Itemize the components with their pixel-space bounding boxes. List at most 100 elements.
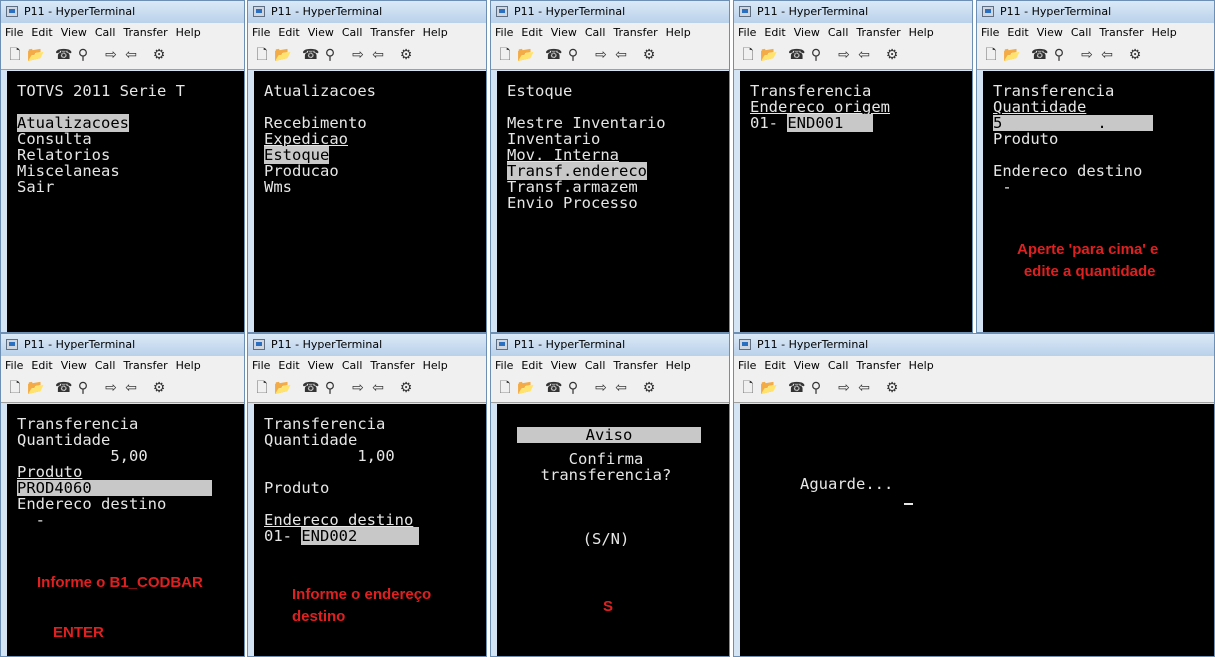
disconnect-icon[interactable]: ☎: [545, 47, 562, 63]
menu-edit[interactable]: Edit: [27, 23, 56, 39]
menu-file[interactable]: File: [248, 23, 274, 39]
dial-icon[interactable]: ⚲: [565, 47, 581, 63]
title-bar[interactable]: P11 - HyperTerminal: [734, 334, 1214, 357]
properties-icon[interactable]: ⚙: [398, 47, 414, 63]
disconnect-icon[interactable]: ☎: [302, 380, 319, 396]
menu-file[interactable]: File: [734, 356, 760, 372]
dialog-options[interactable]: (S/N): [583, 530, 630, 548]
dial-icon[interactable]: ⚲: [322, 380, 338, 396]
new-icon[interactable]: 🗋: [254, 380, 270, 396]
properties-icon[interactable]: ⚙: [884, 47, 900, 63]
disconnect-icon[interactable]: ☎: [545, 380, 562, 396]
menu-help[interactable]: Help: [662, 23, 695, 39]
terminal-screen[interactable]: TOTVS 2011 Serie T Atualizacoes Consulta…: [7, 71, 244, 332]
menu-call[interactable]: Call: [824, 356, 853, 372]
terminal-screen[interactable]: Aviso Confirma transferencia? (S/N): [497, 404, 729, 656]
terminal-screen[interactable]: Aguarde...: [740, 404, 1214, 656]
new-icon[interactable]: 🗋: [254, 47, 270, 63]
properties-icon[interactable]: ⚙: [641, 380, 657, 396]
send-icon[interactable]: ⇨: [350, 380, 366, 396]
terminal-screen[interactable]: Transferencia Quantidade 5,00 Produto PR…: [7, 404, 244, 656]
terminal-screen[interactable]: Estoque Mestre Inventario Inventario Mov…: [497, 71, 729, 332]
properties-icon[interactable]: ⚙: [1127, 47, 1143, 63]
menu-help[interactable]: Help: [172, 356, 205, 372]
menu-edit[interactable]: Edit: [760, 23, 789, 39]
dial-icon[interactable]: ⚲: [565, 380, 581, 396]
menu-view[interactable]: View: [790, 356, 824, 372]
menu-view[interactable]: View: [57, 23, 91, 39]
menu-transfer[interactable]: Transfer: [366, 23, 418, 39]
new-icon[interactable]: 🗋: [983, 47, 999, 63]
menu-edit[interactable]: Edit: [517, 356, 546, 372]
receive-icon[interactable]: ⇦: [1099, 47, 1115, 63]
title-bar[interactable]: P11 - HyperTerminal: [734, 1, 972, 24]
menu-edit[interactable]: Edit: [517, 23, 546, 39]
send-icon[interactable]: ⇨: [836, 47, 852, 63]
receive-icon[interactable]: ⇦: [856, 380, 872, 396]
menu-file[interactable]: File: [1, 23, 27, 39]
menu-help[interactable]: Help: [905, 23, 938, 39]
menu-call[interactable]: Call: [581, 23, 610, 39]
menu-file[interactable]: File: [491, 356, 517, 372]
disconnect-icon[interactable]: ☎: [788, 47, 805, 63]
send-icon[interactable]: ⇨: [593, 380, 609, 396]
title-bar[interactable]: P11 - HyperTerminal: [248, 334, 486, 357]
new-icon[interactable]: 🗋: [740, 47, 756, 63]
menu-call[interactable]: Call: [91, 356, 120, 372]
menu-view[interactable]: View: [547, 356, 581, 372]
menu-transfer[interactable]: Transfer: [119, 23, 171, 39]
open-icon[interactable]: 📂: [517, 380, 534, 396]
open-icon[interactable]: 📂: [1003, 47, 1020, 63]
menu-call[interactable]: Call: [824, 23, 853, 39]
menu-file[interactable]: File: [491, 23, 517, 39]
menu-transfer[interactable]: Transfer: [609, 356, 661, 372]
menu-view[interactable]: View: [57, 356, 91, 372]
open-icon[interactable]: 📂: [27, 47, 44, 63]
disconnect-icon[interactable]: ☎: [55, 47, 72, 63]
menu-call[interactable]: Call: [91, 23, 120, 39]
terminal-screen[interactable]: Atualizacoes Recebimento Expedicao Estoq…: [254, 71, 486, 332]
open-icon[interactable]: 📂: [760, 380, 777, 396]
menu-view[interactable]: View: [547, 23, 581, 39]
menu-file[interactable]: File: [734, 23, 760, 39]
menu-transfer[interactable]: Transfer: [1095, 23, 1147, 39]
menu-transfer[interactable]: Transfer: [119, 356, 171, 372]
menu-call[interactable]: Call: [338, 23, 367, 39]
new-icon[interactable]: 🗋: [497, 380, 513, 396]
receive-icon[interactable]: ⇦: [370, 47, 386, 63]
menu-help[interactable]: Help: [419, 356, 452, 372]
menu-call[interactable]: Call: [338, 356, 367, 372]
title-bar[interactable]: P11 - HyperTerminal: [977, 1, 1214, 24]
destination-address-field[interactable]: END002: [301, 527, 420, 545]
receive-icon[interactable]: ⇦: [123, 47, 139, 63]
menu-view[interactable]: View: [304, 23, 338, 39]
receive-icon[interactable]: ⇦: [123, 380, 139, 396]
menu-transfer[interactable]: Transfer: [609, 23, 661, 39]
disconnect-icon[interactable]: ☎: [788, 380, 805, 396]
menu-option[interactable]: Wms: [264, 178, 292, 196]
properties-icon[interactable]: ⚙: [398, 380, 414, 396]
menu-transfer[interactable]: Transfer: [852, 356, 904, 372]
menu-edit[interactable]: Edit: [1003, 23, 1032, 39]
menu-file[interactable]: File: [1, 356, 27, 372]
menu-transfer[interactable]: Transfer: [852, 23, 904, 39]
title-bar[interactable]: P11 - HyperTerminal: [491, 334, 729, 357]
menu-help[interactable]: Help: [419, 23, 452, 39]
menu-transfer[interactable]: Transfer: [366, 356, 418, 372]
send-icon[interactable]: ⇨: [1079, 47, 1095, 63]
receive-icon[interactable]: ⇦: [613, 47, 629, 63]
menu-option[interactable]: Envio Processo: [507, 194, 638, 212]
menu-file[interactable]: File: [248, 356, 274, 372]
title-bar[interactable]: P11 - HyperTerminal: [1, 334, 244, 357]
title-bar[interactable]: P11 - HyperTerminal: [1, 1, 244, 24]
disconnect-icon[interactable]: ☎: [55, 380, 72, 396]
open-icon[interactable]: 📂: [517, 47, 534, 63]
title-bar[interactable]: P11 - HyperTerminal: [491, 1, 729, 24]
properties-icon[interactable]: ⚙: [884, 380, 900, 396]
terminal-screen[interactable]: Transferencia Quantidade 5. Produto Ende…: [983, 71, 1214, 332]
send-icon[interactable]: ⇨: [103, 47, 119, 63]
menu-help[interactable]: Help: [662, 356, 695, 372]
menu-help[interactable]: Help: [905, 356, 938, 372]
properties-icon[interactable]: ⚙: [151, 380, 167, 396]
dial-icon[interactable]: ⚲: [322, 47, 338, 63]
